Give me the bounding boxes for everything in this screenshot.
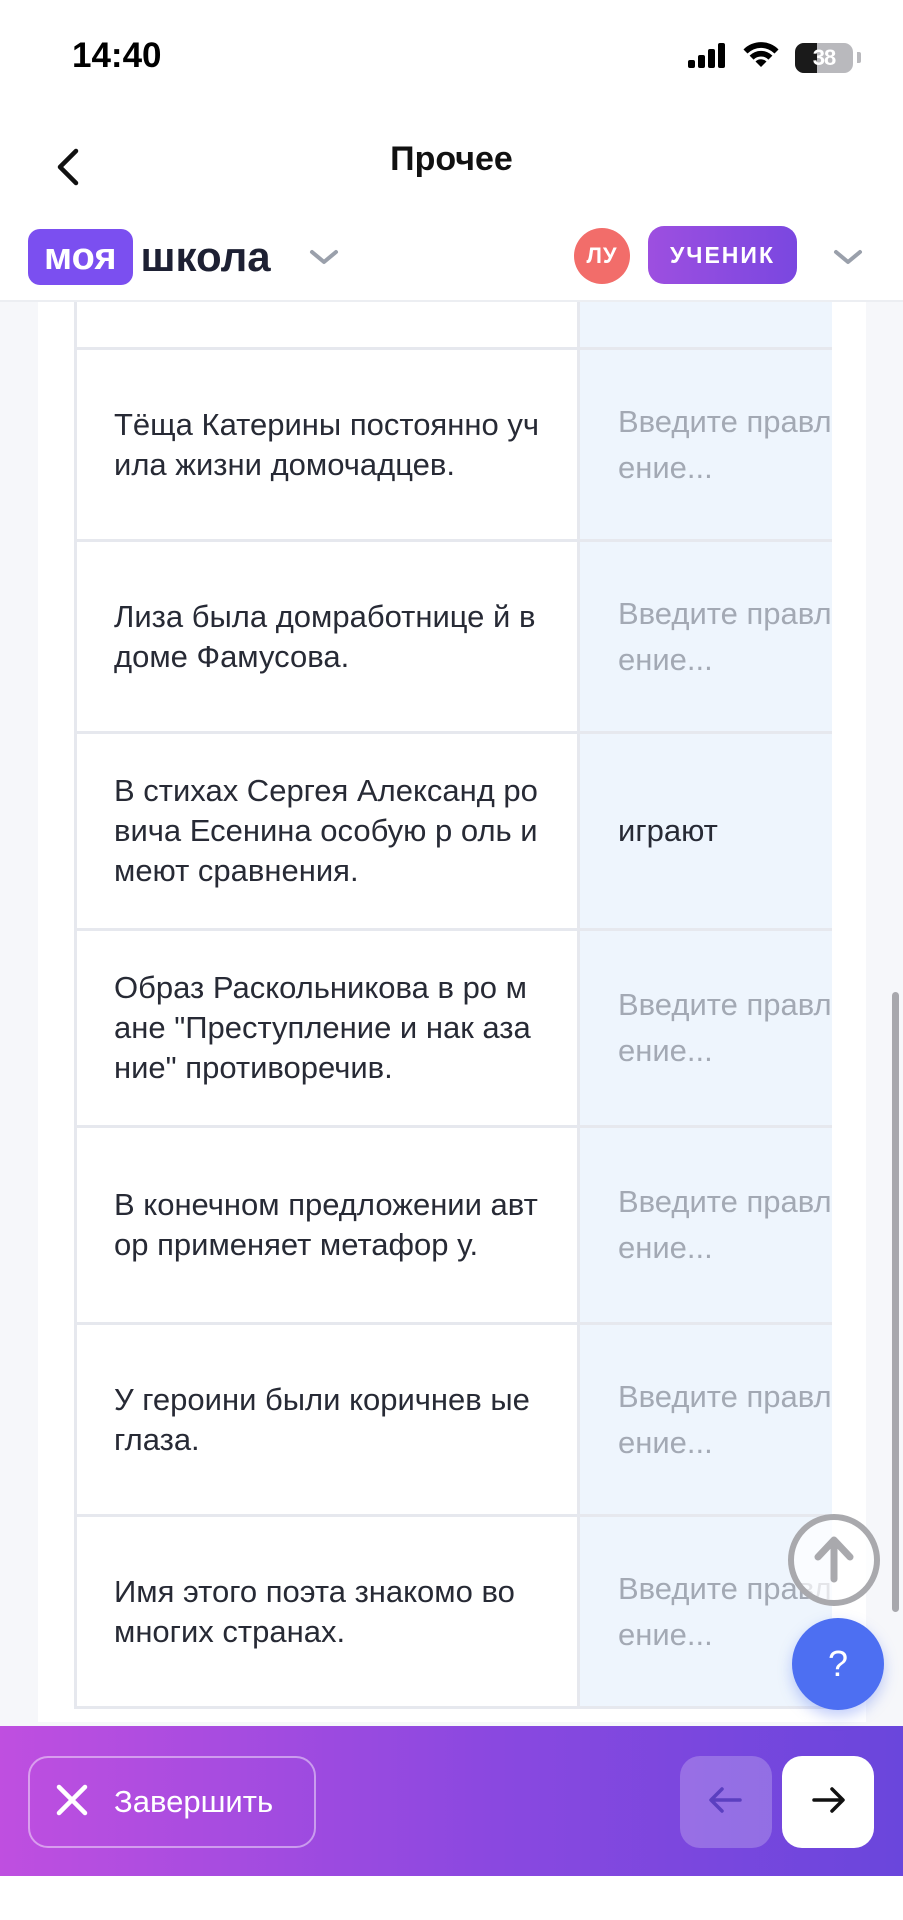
table-row: Имя этого поэта знакомо во многих страна… [74,1517,832,1709]
table-row: В стихах Сергея Александ ровича Есенина … [74,734,832,931]
role-badge[interactable]: УЧЕНИК [648,226,797,284]
table-row [74,302,832,350]
logo[interactable]: моя школа [28,228,271,286]
table-row: В конечном предложении автор применяет м… [74,1128,832,1325]
status-time: 14:40 [72,36,162,75]
logo-text: школа [140,233,271,280]
answer-placeholder: Введите правление... [618,403,832,485]
arrow-up-icon [812,1533,856,1588]
answer-input[interactable]: Введите правление... [580,931,832,1125]
sentence-cell [74,302,580,347]
answer-value: играют [618,813,718,848]
sentence-cell: Лиза была домработнице й в доме Фамусова… [74,542,580,731]
logo-box: моя [28,229,133,285]
answer-placeholder: Введите правление... [618,595,832,677]
task-card: Тёща Катерины постоянно учила жизни домо… [38,302,866,1722]
help-button[interactable]: ? [792,1618,884,1710]
table-row: У героини были коричнев ые глаза. Введит… [74,1325,832,1517]
chevron-down-icon[interactable] [306,242,342,272]
brand-bar: моя школа ЛУ УЧЕНИК [0,220,903,302]
answer-input[interactable]: играют [580,734,832,928]
sentence-cell: Имя этого поэта знакомо во многих страна… [74,1517,580,1706]
previous-button[interactable] [680,1756,772,1848]
avatar[interactable]: ЛУ [574,228,630,284]
answer-input[interactable]: Введите правление... [580,542,832,731]
answer-placeholder: Введите правление... [618,987,832,1068]
finish-label: Завершить [114,1784,274,1819]
answer-cell[interactable] [580,302,832,347]
nav-header: Прочее [0,120,903,220]
answer-input[interactable]: Введите правление... [580,1128,832,1322]
answer-input[interactable]: Введите правление... [580,1325,832,1514]
arrow-right-icon [810,1785,846,1820]
answer-placeholder: Введите правление... [618,1378,832,1460]
sentence-cell: В стихах Сергея Александ ровича Есенина … [74,734,580,928]
answer-placeholder: Введите правление... [618,1184,832,1265]
scrollbar[interactable] [892,992,899,1612]
sentence-cell: В конечном предложении автор применяет м… [74,1128,580,1322]
wifi-icon [741,40,781,75]
sentences-table: Тёща Катерины постоянно учила жизни домо… [74,302,832,1709]
battery-percent: 38 [812,44,837,70]
battery-tip [857,52,861,63]
table-row: Образ Раскольникова в ро мане "Преступле… [74,931,832,1128]
table-row: Лиза была домработнице й в доме Фамусова… [74,542,832,734]
page-title: Прочее [390,140,513,178]
status-bar: 14:40 38 [0,0,903,120]
next-button[interactable] [782,1756,874,1848]
sentence-cell: Тёща Катерины постоянно учила жизни домо… [74,350,580,539]
battery-icon: 38 [795,42,853,73]
status-icons: 38 [687,40,861,75]
content-area[interactable]: Тёща Катерины постоянно учила жизни домо… [0,302,903,1726]
finish-button[interactable]: Завершить [28,1756,316,1848]
chevron-down-icon[interactable] [830,242,866,272]
screen: 14:40 38 Прочее моя школа ЛУ УЧЕНИК Тёща… [0,0,903,1920]
sentence-cell: Образ Раскольникова в ро мане "Преступле… [74,931,580,1125]
close-icon [54,1782,90,1823]
bottom-safe-area [0,1876,903,1920]
table-row: Тёща Катерины постоянно учила жизни домо… [74,350,832,542]
footer-bar: Завершить [0,1726,903,1876]
cellular-signal-icon [687,41,727,74]
scroll-to-top-button[interactable] [788,1514,880,1606]
arrow-left-icon [708,1785,744,1820]
sentence-cell: У героини были коричнев ые глаза. [74,1325,580,1514]
answer-input[interactable]: Введите правление... [580,350,832,539]
